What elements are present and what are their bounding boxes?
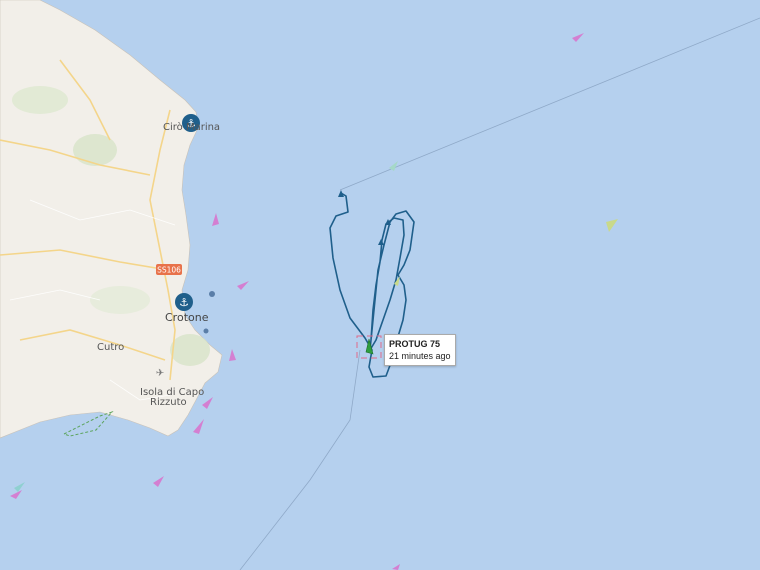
place-label-crotone: Crotone (165, 311, 209, 324)
anchor-icon: ⚓ (179, 296, 189, 309)
road-shield-ss106: SS106 (156, 264, 182, 275)
forest-area (73, 134, 117, 166)
forest-area (12, 86, 68, 114)
vessel-dot[interactable] (203, 328, 209, 334)
place-label-cutro: Cutro (97, 342, 124, 353)
vessel-name: PROTUG 75 (389, 339, 441, 349)
map-canvas[interactable]: ⚓ ⚓ SS106 ✈ Cirò Marina Crotone Cutro Is… (0, 0, 760, 570)
vessel-last-seen: 21 minutes ago (389, 351, 451, 361)
place-label-ciro-marina: Cirò Marina (163, 121, 220, 133)
place-label-isola-2: Rizzuto (150, 397, 187, 408)
forest-area (170, 334, 210, 366)
airplane-icon: ✈ (156, 368, 164, 379)
road-shield-label: SS106 (157, 266, 181, 275)
port-marker-crotone[interactable]: ⚓ (175, 293, 193, 311)
vessel-tooltip[interactable]: PROTUG 75 21 minutes ago (384, 334, 456, 366)
vessel-dot[interactable] (209, 291, 215, 297)
